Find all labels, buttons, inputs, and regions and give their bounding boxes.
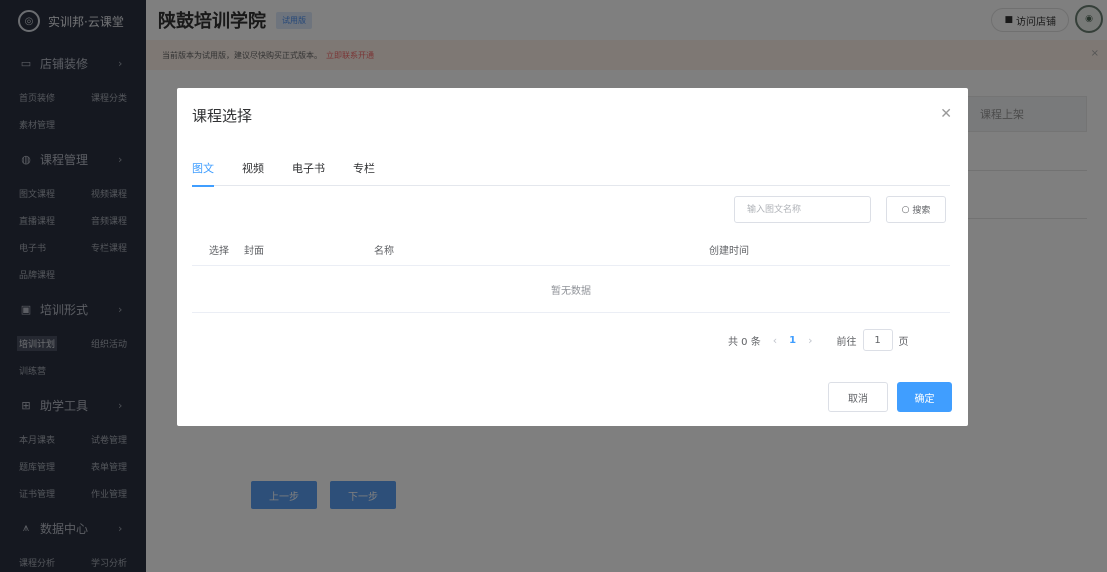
confirm-button[interactable]: 确定 (897, 382, 952, 412)
tab-bar: 图文 视频 电子书 专栏 (192, 160, 950, 187)
empty-state: 暂无数据 (192, 266, 950, 313)
search-button[interactable]: ○ 搜索 (886, 196, 946, 223)
chevron-right-icon[interactable]: › (808, 334, 812, 347)
tab-column[interactable]: 专栏 (353, 160, 375, 186)
page-unit-label: 页 (898, 336, 909, 348)
dialog-title: 课程选择 (192, 107, 253, 125)
column-header-created: 创建时间 (709, 246, 749, 257)
chevron-left-icon[interactable]: ‹ (773, 334, 777, 347)
pagination-total: 共 0 条 (728, 336, 761, 348)
goto-page-input[interactable]: 1 (862, 329, 893, 351)
cancel-button[interactable]: 取消 (828, 382, 888, 412)
pagination-page[interactable]: 1 (789, 335, 796, 346)
search-button-label: 搜索 (912, 206, 931, 216)
search-input[interactable] (734, 196, 871, 223)
tab-graphic[interactable]: 图文 (192, 160, 214, 187)
close-icon[interactable]: ✕ (940, 106, 952, 122)
table-header: 选择 封面 名称 创建时间 (192, 234, 950, 266)
column-header-name: 名称 (374, 246, 394, 257)
tab-ebook[interactable]: 电子书 (292, 160, 325, 186)
course-select-dialog: 课程选择 ✕ 图文 视频 电子书 专栏 ○ 搜索 选择 封面 名称 创建时间 暂… (177, 88, 968, 426)
search-icon: ○ (901, 204, 910, 215)
tab-video[interactable]: 视频 (242, 160, 264, 186)
pagination: 共 0 条 ‹ 1 › 前往 1 页 (728, 328, 909, 352)
column-header-select: 选择 (209, 246, 229, 257)
column-header-cover: 封面 (244, 246, 264, 257)
goto-label: 前往 (836, 336, 857, 348)
